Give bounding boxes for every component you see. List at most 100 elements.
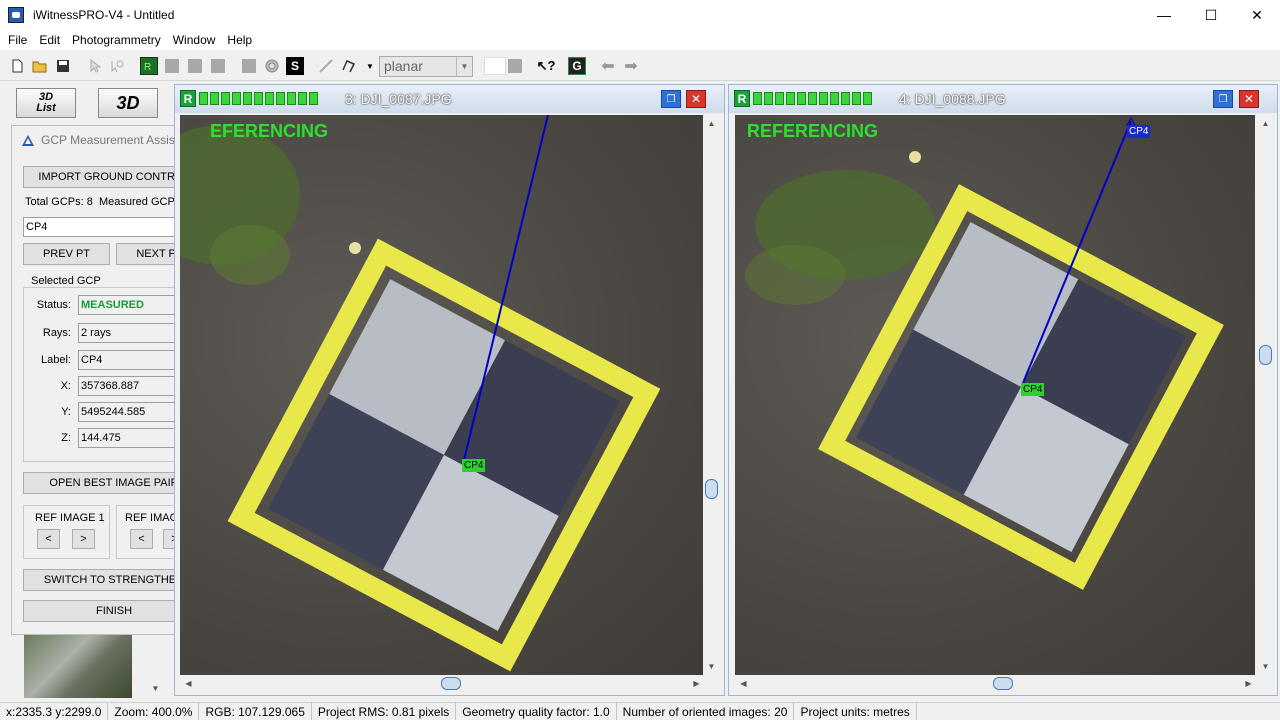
- select-pointer-icon[interactable]: [86, 57, 104, 75]
- blank-box-icon[interactable]: [484, 57, 506, 75]
- help-pointer-icon[interactable]: ↖?: [537, 57, 556, 75]
- project-rms: Project RMS: 0.81 pixels: [312, 703, 457, 720]
- maximize-button[interactable]: ☐: [1188, 0, 1234, 30]
- scroll-left-icon[interactable]: ◀: [735, 675, 752, 692]
- gcp-marker-label[interactable]: CP4: [462, 459, 486, 472]
- referenced-icon: R: [180, 90, 196, 107]
- svg-text:R: R: [144, 62, 151, 73]
- 3d-view-button[interactable]: 3D: [98, 88, 158, 118]
- polyline-icon[interactable]: [340, 57, 358, 75]
- vertical-scroll-thumb[interactable]: [1259, 345, 1272, 365]
- quality-bars: [199, 92, 318, 105]
- horizontal-scrollbar[interactable]: ◀ ▶: [735, 675, 1257, 692]
- grid-icon[interactable]: [186, 57, 204, 75]
- open-folder-icon[interactable]: [31, 57, 49, 75]
- vertical-scrollbar[interactable]: ▲ ▼: [1257, 115, 1274, 675]
- scroll-down-icon[interactable]: ▼: [703, 658, 720, 675]
- geometry-quality: Geometry quality factor: 1.0: [456, 703, 617, 720]
- scroll-down-icon[interactable]: ▼: [147, 680, 164, 697]
- horizontal-scrollbar[interactable]: ◀ ▶: [180, 675, 705, 692]
- cursor-coordinates: x:2335.3 y:2299.0: [0, 703, 109, 720]
- oriented-images-count: Number of oriented images: 20: [617, 703, 795, 720]
- vertical-scroll-thumb[interactable]: [705, 479, 718, 499]
- scroll-right-icon[interactable]: ▶: [1240, 675, 1257, 692]
- line-icon[interactable]: [317, 57, 335, 75]
- menu-edit[interactable]: Edit: [33, 33, 66, 47]
- referencing-mode-text: EFERENCING: [210, 121, 329, 141]
- minimize-button[interactable]: —: [1141, 0, 1187, 30]
- scroll-right-icon[interactable]: ▶: [688, 675, 705, 692]
- image-window-2: R 4: DJI_0088.JPG ❐ ✕ REFERENCING CP4 CP…: [728, 84, 1278, 696]
- warning-triangle-icon: [22, 134, 34, 146]
- rgb-value: RGB: 107.129.065: [199, 703, 312, 720]
- restore-window-icon[interactable]: ❐: [1213, 90, 1233, 108]
- image-window-1-caption: R 3: DJI_0087.JPG ❐ ✕: [175, 85, 724, 113]
- image-thumbnail[interactable]: [24, 634, 132, 698]
- image-2-canvas: [745, 116, 1224, 590]
- image-view-1[interactable]: EFERENCING CP4: [180, 115, 705, 675]
- target-icon[interactable]: [263, 57, 281, 75]
- 3d-list-bottom: List: [36, 102, 56, 114]
- window-title: iWitnessPRO-V4 - Untitled: [33, 8, 175, 22]
- referenced-icon: R: [734, 90, 750, 107]
- close-button[interactable]: ✕: [1234, 0, 1280, 30]
- ref1-prev-button[interactable]: <: [37, 529, 60, 549]
- s-icon[interactable]: S: [286, 57, 304, 75]
- referencing-icon[interactable]: R: [140, 57, 158, 75]
- restore-window-icon[interactable]: ❐: [661, 90, 681, 108]
- menu-window[interactable]: Window: [167, 33, 222, 47]
- horizontal-scroll-thumb[interactable]: [441, 677, 461, 690]
- zoom-pointer-icon[interactable]: [108, 57, 126, 75]
- grid-icon[interactable]: [240, 57, 258, 75]
- total-gcps-label: Total GCPs: 8: [25, 196, 93, 208]
- label-label: Label:: [41, 354, 71, 366]
- project-units: Project units: metres: [794, 703, 917, 720]
- scroll-left-icon[interactable]: ◀: [180, 675, 197, 692]
- selected-gcp-title: Selected GCP: [29, 275, 103, 287]
- menu-help[interactable]: Help: [221, 33, 258, 47]
- menu-file[interactable]: File: [0, 33, 33, 47]
- forward-arrow-icon[interactable]: ➡: [622, 57, 640, 75]
- scroll-up-icon[interactable]: ▲: [703, 115, 720, 132]
- image-view-2[interactable]: REFERENCING CP4 CP4: [735, 115, 1255, 675]
- scroll-up-icon[interactable]: ▲: [1257, 115, 1274, 132]
- gcp-marker-label[interactable]: CP4: [1021, 383, 1045, 396]
- status-bar: x:2335.3 y:2299.0 Zoom: 400.0% RGB: 107.…: [0, 702, 1280, 720]
- back-arrow-icon[interactable]: ⬅: [599, 57, 617, 75]
- grid-icon[interactable]: [506, 57, 524, 75]
- zoom-level: Zoom: 400.0%: [108, 703, 200, 720]
- 3d-list-button[interactable]: 3D List: [16, 88, 76, 118]
- rays-label: Rays:: [42, 327, 71, 339]
- scroll-down-icon[interactable]: ▼: [1257, 658, 1274, 675]
- close-window-icon[interactable]: ✕: [1239, 90, 1259, 108]
- new-file-icon[interactable]: [8, 57, 26, 75]
- y-label: Y:: [61, 406, 71, 418]
- image-window-1-title: 3: DJI_0087.JPG: [345, 91, 452, 107]
- gcp-select-value: CP4: [26, 221, 48, 233]
- vertical-scrollbar[interactable]: ▲ ▼: [703, 115, 720, 675]
- gcp-panel-title: GCP Measurement Assist: [41, 133, 179, 147]
- g-icon[interactable]: G: [568, 57, 586, 75]
- prev-point-button[interactable]: PREV PT: [23, 243, 110, 265]
- menu-photogrammetry[interactable]: Photogrammetry: [66, 33, 167, 47]
- ref1-next-button[interactable]: >: [72, 529, 95, 549]
- referencing-mode-text: REFERENCING: [747, 121, 879, 141]
- save-icon[interactable]: [54, 57, 72, 75]
- grid-icon[interactable]: [163, 57, 181, 75]
- app-icon: [8, 7, 24, 23]
- menu-bar: File Edit Photogrammetry Window Help: [0, 30, 1280, 50]
- dropdown-arrow-icon[interactable]: ▼: [361, 57, 379, 75]
- gcp-projected-label[interactable]: CP4: [1127, 125, 1151, 138]
- grid-icon[interactable]: [209, 57, 227, 75]
- ref-image-1-label: REF IMAGE 1: [35, 512, 105, 524]
- close-window-icon[interactable]: ✕: [686, 90, 706, 108]
- z-label: Z:: [61, 432, 71, 444]
- thumbnail-scrollbar[interactable]: ▼: [147, 634, 164, 698]
- quality-bars: [753, 92, 872, 105]
- image-window-2-caption: R 4: DJI_0088.JPG ❐ ✕: [729, 85, 1277, 113]
- x-label: X:: [60, 380, 71, 392]
- horizontal-scroll-thumb[interactable]: [993, 677, 1013, 690]
- ref2-prev-button[interactable]: <: [130, 529, 153, 549]
- image-window-1: R 3: DJI_0087.JPG ❐ ✕ EFERENCING CP4 ▲ ▼: [174, 84, 725, 696]
- mode-select[interactable]: planar ▼: [379, 56, 473, 77]
